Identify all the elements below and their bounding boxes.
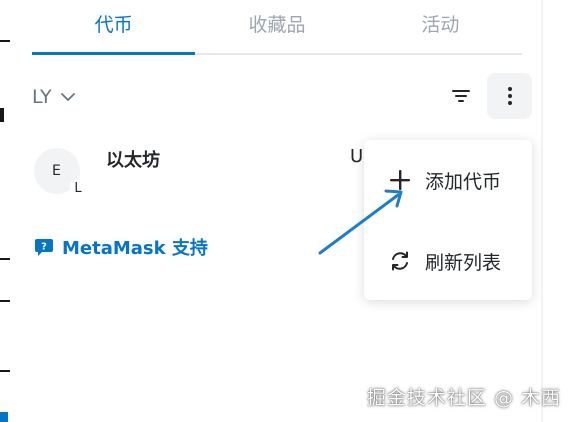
menu-item-label: 添加代币 [425, 170, 502, 193]
filter-button[interactable] [446, 80, 476, 112]
filter-icon [452, 90, 470, 102]
background-mark [0, 370, 10, 372]
account-name: LY [32, 86, 52, 108]
options-menu: 添加代币 刷新列表 [364, 140, 532, 300]
plus-icon [388, 168, 412, 192]
token-avatar-letter: E [52, 163, 61, 179]
token-fiat-value: U [350, 146, 364, 167]
token-avatar[interactable]: E L [34, 148, 86, 198]
background-mark [0, 300, 10, 302]
background-mark [0, 258, 10, 260]
network-badge: L [70, 180, 86, 198]
background-mark [0, 40, 10, 42]
tab-label: 收藏品 [248, 14, 306, 36]
tab-label: 活动 [421, 14, 460, 36]
account-selector[interactable]: LY [32, 80, 76, 114]
background-mark [0, 108, 4, 122]
asset-tabs: 代币 收藏品 活动 [32, 0, 522, 55]
wallet-panel: 代币 收藏品 活动 LY E L 以太坊 U ? MetaMask 支持 添加代… [0, 0, 573, 422]
support-link[interactable]: ? MetaMask 支持 [34, 234, 208, 260]
more-options-button[interactable] [487, 73, 532, 119]
tab-activity[interactable]: 活动 [359, 0, 522, 53]
watermark: 掘金技术社区 @ 木西 [366, 387, 561, 409]
refresh-icon [388, 249, 412, 273]
background-edge [0, 0, 14, 422]
help-chat-icon: ? [35, 239, 53, 256]
token-name[interactable]: 以太坊 [106, 146, 160, 172]
more-vertical-icon [507, 87, 512, 105]
background-mark [0, 412, 8, 422]
add-token-menu-item[interactable]: 添加代币 [364, 156, 532, 204]
tab-collectibles[interactable]: 收藏品 [195, 0, 358, 53]
refresh-list-menu-item[interactable]: 刷新列表 [364, 237, 532, 285]
tab-tokens[interactable]: 代币 [32, 0, 196, 55]
svg-text:?: ? [41, 242, 47, 253]
tab-label: 代币 [94, 14, 133, 36]
menu-item-label: 刷新列表 [425, 251, 502, 274]
chevron-down-icon [60, 93, 75, 101]
support-label: MetaMask 支持 [62, 238, 208, 259]
panel-border [541, 0, 543, 422]
